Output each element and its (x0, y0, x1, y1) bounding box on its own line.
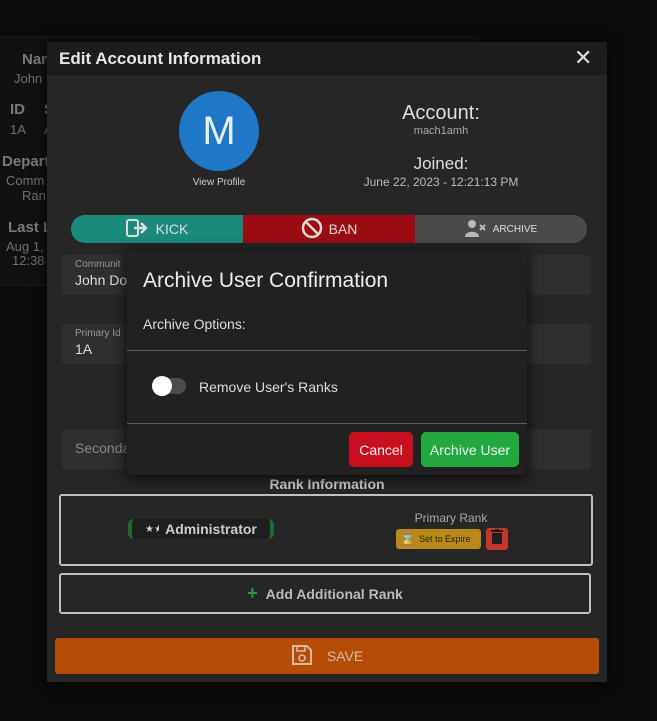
archive-user-button[interactable]: Archive User (421, 432, 519, 467)
primary-id-value: 1A (75, 341, 93, 357)
kick-label: KICK (155, 221, 189, 237)
joined-label: Joined: (413, 154, 469, 173)
toggle-knob (152, 376, 172, 396)
community-name-value: John Do (75, 272, 128, 288)
set-to-expire-label: Set to Expire (418, 534, 471, 544)
remove-ranks-toggle[interactable] (152, 376, 186, 396)
kick-button[interactable]: KICK (71, 215, 243, 243)
plus-icon: + (247, 583, 258, 603)
cancel-button[interactable]: Cancel (349, 432, 413, 467)
save-label: SAVE (326, 648, 364, 664)
archive-button[interactable]: ARCHIVE (415, 215, 587, 243)
archive-options-label: Archive Options: (143, 316, 246, 332)
hourglass-icon: ⌛ (400, 532, 415, 546)
trash-icon (491, 529, 503, 549)
account-value: mach1amh (413, 125, 469, 137)
secondary-id-placeholder: Seconda (75, 440, 131, 456)
account-label: Account: (402, 102, 480, 124)
divider (127, 423, 527, 424)
community-name-label: Communit (75, 259, 121, 270)
modal-title: Edit Account Information (59, 49, 262, 68)
user-x-icon (464, 219, 487, 240)
rank-information-heading: Rank Information (269, 476, 385, 492)
rank-name: Administrator (165, 521, 257, 537)
ban-label: BAN (328, 221, 358, 237)
ban-icon (301, 217, 323, 242)
dialog-title: Archive User Confirmation (143, 269, 389, 292)
close-icon[interactable]: ✕ (574, 46, 592, 70)
add-additional-rank-label: Add Additional Rank (265, 585, 403, 602)
set-to-expire-button[interactable]: ⌛ Set to Expire (396, 529, 481, 549)
archive-confirmation-dialog: Archive User Confirmation Archive Option… (127, 250, 527, 475)
account-action-bar: KICK BAN ARCHIVE (71, 215, 587, 243)
rank-badge: ★★ Administrator (128, 519, 274, 539)
view-profile-link[interactable]: View Profile (171, 177, 267, 188)
joined-value: June 22, 2023 - 12:21:13 PM (363, 175, 519, 189)
save-button[interactable]: SAVE (55, 638, 599, 674)
add-additional-rank-button[interactable]: + Add Additional Rank (59, 573, 591, 614)
ban-button[interactable]: BAN (243, 215, 415, 243)
avatar[interactable]: M (179, 91, 259, 171)
svg-text:★★: ★★ (145, 524, 159, 534)
star-icon: ★★ (145, 521, 163, 537)
floppy-disk-icon (291, 644, 313, 669)
sign-out-icon (125, 218, 150, 240)
archive-label: ARCHIVE (492, 223, 538, 235)
rank-card: ★★ Administrator Primary Rank ⌛ Set to E… (59, 494, 593, 566)
primary-rank-label: Primary Rank (414, 511, 488, 525)
divider (127, 350, 527, 351)
delete-rank-button[interactable] (486, 528, 508, 550)
modal-header: Edit Account Information ✕ (47, 42, 607, 75)
remove-ranks-label: Remove User's Ranks (199, 379, 338, 395)
primary-id-label: Primary Id (75, 328, 121, 339)
